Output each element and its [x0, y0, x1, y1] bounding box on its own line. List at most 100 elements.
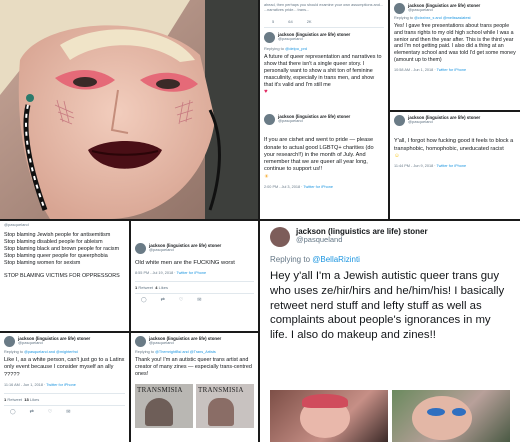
tweet-text: A future of queer representation and nar…	[264, 54, 382, 89]
user-handle[interactable]: @pasqueland	[149, 247, 221, 253]
tweet-panel-latinx-event: jackson (linguistics are life) stoner @p…	[0, 333, 129, 442]
tweet-panel-stop-blaming: @pasqueland Stop blaming Jewish people f…	[0, 221, 129, 331]
replying-to-handle[interactable]: @BellaRizinti	[312, 255, 360, 264]
tweet-panel-block-racist: jackson (linguistics are life) stoner @p…	[390, 112, 520, 219]
retweet-icon[interactable]: ⇄	[30, 409, 34, 415]
partial-tweet-actions: 5 64 2K	[272, 19, 384, 24]
tweet-images	[270, 390, 510, 442]
tweet-time[interactable]: 10:58 AM - Jun 1, 2018	[394, 68, 433, 72]
replying-to-line: Replying to @cixxbxx_s and @melissaslate…	[394, 16, 516, 20]
like-count[interactable]: 4	[155, 285, 157, 290]
avatar[interactable]	[394, 115, 405, 126]
like-icon[interactable]: ♡	[179, 297, 183, 303]
avatar[interactable]	[264, 32, 275, 43]
replying-prefix: Replying to	[4, 350, 23, 354]
tweet-source[interactable]: Twitter for iPhone	[46, 383, 76, 387]
reply-count[interactable]: 5	[272, 19, 274, 24]
selfie-illustration	[0, 0, 258, 219]
list-item: Stop blaming queer people for queerphobi…	[4, 252, 108, 259]
reply-icon[interactable]: ◯	[10, 409, 16, 415]
replying-prefix: Replying to	[394, 16, 413, 20]
list-item: Stop blaming black and brown people for …	[4, 245, 120, 252]
tweet-panel-pride-donate: jackson (linguistics are life) stoner @p…	[260, 111, 388, 219]
replying-to-handle[interactable]: @pasqueland and @mighterfnd	[24, 350, 78, 354]
tweet-header: jackson (linguistics are life) stoner @p…	[135, 243, 254, 254]
avatar[interactable]	[135, 243, 146, 254]
tweet-timestamp: 11:16 AM - Jun 1, 2018 · Twitter for iPh…	[4, 382, 76, 387]
tweet-time[interactable]: 11:16 AM - Jun 1, 2018	[4, 383, 43, 387]
stop-blaming-caps: STOP BLAMING VICTIMS FOR OPPRESSORS	[4, 272, 120, 279]
stop-blaming-list: Stop blaming Jewish people for antisemit…	[4, 232, 125, 267]
tweet-stats: 1 Retweet 13 Likes	[4, 394, 125, 405]
retweet-count[interactable]: 64	[288, 19, 292, 24]
makeup-photo[interactable]	[270, 390, 388, 442]
tweet-text: Like I, as a white person, can't just go…	[4, 357, 125, 378]
replying-to-handle[interactable]: @ThemrightBsi and @Trans_Artists	[155, 350, 216, 354]
zine-cover-image[interactable]: TRANSMISIA	[196, 384, 254, 429]
partial-tweet-text: ahead, then perhaps you should examine y…	[264, 3, 384, 12]
tweet-text: Old white men are the FUCKING worst	[135, 260, 235, 266]
user-handle[interactable]: @pasqueland	[149, 340, 221, 346]
tweet-text: If you are cishet and went to pride — pl…	[264, 130, 384, 181]
list-item: Stop blaming Jewish people for antisemit…	[4, 231, 111, 238]
like-label[interactable]: Likes	[30, 397, 39, 402]
tweet-header: jackson (linguistics are life) stoner @p…	[270, 227, 510, 247]
replying-prefix: Replying to	[264, 46, 285, 51]
user-handle[interactable]: @pasqueland	[18, 340, 90, 346]
tweet-source[interactable]: Twitter for iPhone	[437, 68, 467, 72]
user-handle[interactable]: @pasqueland	[408, 7, 480, 13]
retweet-icon[interactable]: ⇄	[161, 297, 165, 303]
retweet-label[interactable]: Retweet	[7, 397, 22, 402]
replying-to-line: Replying to @pasqueland and @mighterfnd	[4, 350, 125, 354]
replying-to-handle[interactable]: @cixxbxx_s and @melissaslatest	[414, 16, 470, 20]
makeup-photo[interactable]	[392, 390, 510, 442]
zine-title: TRANSMISIA	[137, 386, 183, 395]
tweet-panel-zines: jackson (linguistics are life) stoner @p…	[131, 333, 258, 442]
message-icon[interactable]: ✉	[66, 409, 70, 415]
message-icon[interactable]: ✉	[197, 297, 201, 303]
avatar[interactable]	[264, 114, 275, 125]
tweet-header: jackson (linguistics are life) stoner @p…	[264, 32, 384, 43]
like-icon[interactable]: ♡	[48, 409, 52, 415]
user-handle[interactable]: @pasqueland	[408, 119, 480, 125]
tweet-timestamp: 11:44 PM - Jun 9, 2018 · Twitter for iPh…	[394, 164, 467, 169]
replying-to-handle[interactable]: @delpo_prd	[285, 46, 307, 51]
replying-to-line: Replying to @delpo_prd	[264, 46, 384, 51]
user-handle[interactable]: @pasqueland	[296, 236, 428, 245]
tweet-timestamp: 2:00 PM - Jul 3, 2018 · Twitter for iPho…	[264, 184, 333, 189]
tweet-text: Yes! I gave free presentations about tra…	[394, 23, 516, 63]
tweet-timestamp: 8:55 PM - Jul 19, 2018 · Twitter for iPh…	[135, 270, 207, 275]
retweet-count[interactable]: 1	[135, 285, 137, 290]
tweet-header: jackson (linguistics are life) stoner @p…	[394, 115, 516, 126]
tweet-source[interactable]: Twitter for iPhone	[177, 271, 207, 275]
avatar[interactable]	[270, 227, 290, 247]
like-count[interactable]: 2K	[307, 19, 312, 24]
tweet-time[interactable]: 2:00 PM - Jul 3, 2018	[264, 185, 300, 189]
tweet-time[interactable]: 11:44 PM - Jun 9, 2018	[394, 164, 433, 168]
retweet-label[interactable]: Retweet	[138, 285, 153, 290]
tweet-actions: ◯ ⇄ ♡ ✉	[135, 294, 254, 306]
replying-prefix: Replying to	[270, 255, 311, 264]
zine-cover-image[interactable]: TRANSMISIA	[135, 384, 193, 429]
tweet-time[interactable]: 8:55 PM - Jul 19, 2018	[135, 271, 173, 275]
user-handle[interactable]: @pasqueland	[278, 118, 350, 124]
avatar[interactable]	[4, 336, 15, 347]
tweet-header: jackson (linguistics are life) stoner @p…	[394, 3, 516, 14]
tweet-header: jackson (linguistics are life) stoner @p…	[4, 336, 125, 347]
like-count[interactable]: 13	[24, 397, 28, 402]
zine-images: TRANSMISIA TRANSMISIA	[135, 384, 254, 429]
avatar[interactable]	[135, 336, 146, 347]
user-handle[interactable]: @pasqueland	[278, 36, 350, 42]
user-handle[interactable]: @pasqueland	[4, 222, 125, 228]
tweet-source[interactable]: Twitter for iPhone	[437, 164, 467, 168]
tweet-text: Y'all, I forgot how fucking good it feel…	[394, 131, 516, 160]
like-label[interactable]: Likes	[159, 285, 168, 290]
avatar[interactable]	[394, 3, 405, 14]
rainbow-emoji: ☀	[264, 173, 270, 180]
reply-icon[interactable]: ◯	[141, 297, 147, 303]
list-item: Stop blaming women for sexism	[4, 259, 81, 266]
tweet-actions: ◯ ⇄ ♡ ✉	[4, 406, 125, 418]
tweet-source[interactable]: Twitter for iPhone	[303, 185, 333, 189]
retweet-count[interactable]: 1	[4, 397, 6, 402]
replying-to-line: Replying to @ThemrightBsi and @Trans_Art…	[135, 350, 254, 354]
